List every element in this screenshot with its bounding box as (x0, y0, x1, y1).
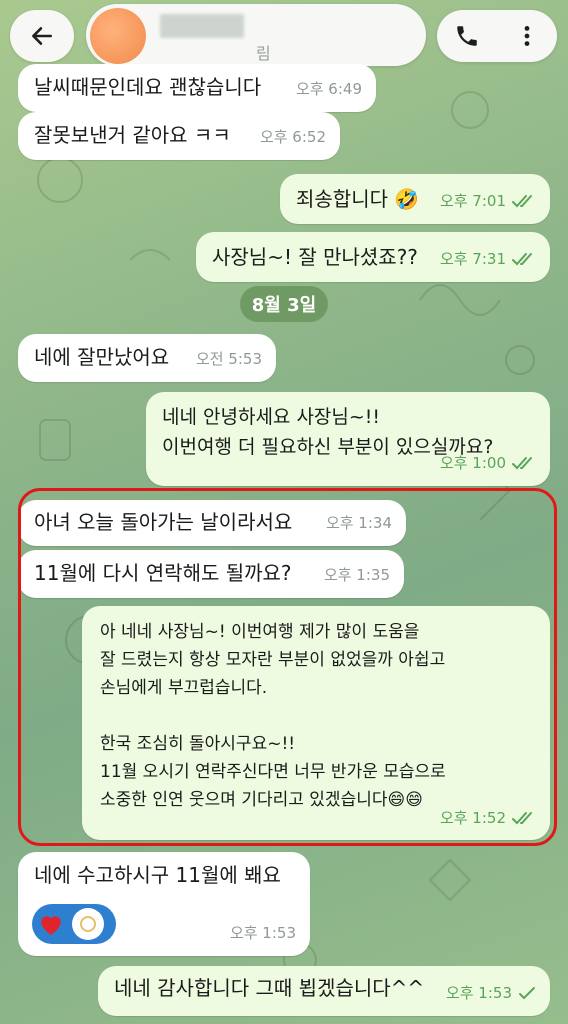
more-vert-icon (524, 26, 530, 46)
message-time: 오후 7:31 (439, 250, 506, 268)
message-incoming[interactable]: 잘못보낸거 같아요 ㅋㅋ 오후 6:52 (18, 112, 340, 160)
heart-icon (36, 909, 66, 939)
double-check-icon (512, 457, 532, 470)
message-meta: 오후 1:53 (230, 918, 296, 948)
message-time: 오전 5:53 (195, 350, 262, 368)
message-meta: 오후 7:01 (440, 186, 536, 216)
message-meta: 오후 1:00 (440, 448, 536, 478)
header-actions (437, 10, 557, 62)
phone-icon (457, 26, 477, 46)
date-divider: 8월 3일 (240, 286, 328, 322)
message-time: 오후 1:53 (445, 984, 512, 1002)
message-time: 오후 1:00 (439, 454, 506, 472)
double-check-icon (512, 253, 532, 266)
avatar[interactable] (90, 8, 146, 64)
message-meta: 오후 1:53 (446, 978, 536, 1008)
contact-info[interactable]: 림 (86, 4, 426, 66)
single-check-icon (519, 987, 535, 1000)
message-text: 네에 잘만났어요 (34, 345, 170, 369)
call-button[interactable] (445, 14, 489, 58)
message-text: 잘못보낸거 같아요 ㅋㅋ (34, 123, 231, 147)
message-time: 오후 6:49 (295, 80, 362, 98)
message-incoming[interactable]: 네에 잘만났어요 오전 5:53 (18, 334, 276, 382)
message-text: 죄송합니다 🤣 (296, 187, 420, 211)
message-outgoing[interactable]: 네네 안녕하세요 사장님~!! 이번여행 더 필요하신 부분이 있으실까요? 오… (146, 392, 550, 486)
message-time: 오후 6:52 (259, 128, 326, 146)
chat-header: 림 (0, 0, 568, 74)
message-meta: 오후 6:52 (260, 122, 326, 152)
message-outgoing[interactable]: 네네 감사합니다 그때 뵙겠습니다^^ 오후 1:53 (98, 966, 550, 1016)
highlight-annotation (18, 488, 557, 846)
reaction-pill[interactable] (32, 904, 116, 944)
message-time: 오후 7:01 (439, 192, 506, 210)
message-outgoing[interactable]: 죄송합니다 🤣 오후 7:01 (280, 174, 550, 224)
contact-name-redacted (160, 14, 244, 38)
message-text: 네에 수고하시구 11월에 봬요 (34, 863, 281, 887)
last-seen-status: 림 (256, 44, 271, 63)
message-meta: 오후 7:31 (440, 244, 536, 274)
message-incoming[interactable]: 날씨때문인데요 괜찮습니다 오후 6:49 (18, 64, 376, 112)
back-button[interactable] (10, 10, 74, 62)
reactor-avatar (72, 908, 104, 940)
message-meta: 오후 6:49 (296, 74, 362, 104)
message-incoming[interactable]: 네에 수고하시구 11월에 봬요 오후 1:53 (18, 852, 310, 956)
arrow-left-icon (32, 27, 52, 45)
double-check-icon (512, 195, 532, 208)
message-text: 네네 감사합니다 그때 뵙겠습니다^^ (114, 976, 425, 1000)
message-meta: 오전 5:53 (196, 344, 262, 374)
message-text: 날씨때문인데요 괜찮습니다 (34, 75, 262, 99)
more-options-button[interactable] (505, 14, 549, 58)
message-text: 사장님~! 잘 만나셨죠?? (212, 245, 418, 269)
message-time: 오후 1:53 (229, 924, 296, 942)
message-outgoing[interactable]: 사장님~! 잘 만나셨죠?? 오후 7:31 (196, 232, 550, 282)
